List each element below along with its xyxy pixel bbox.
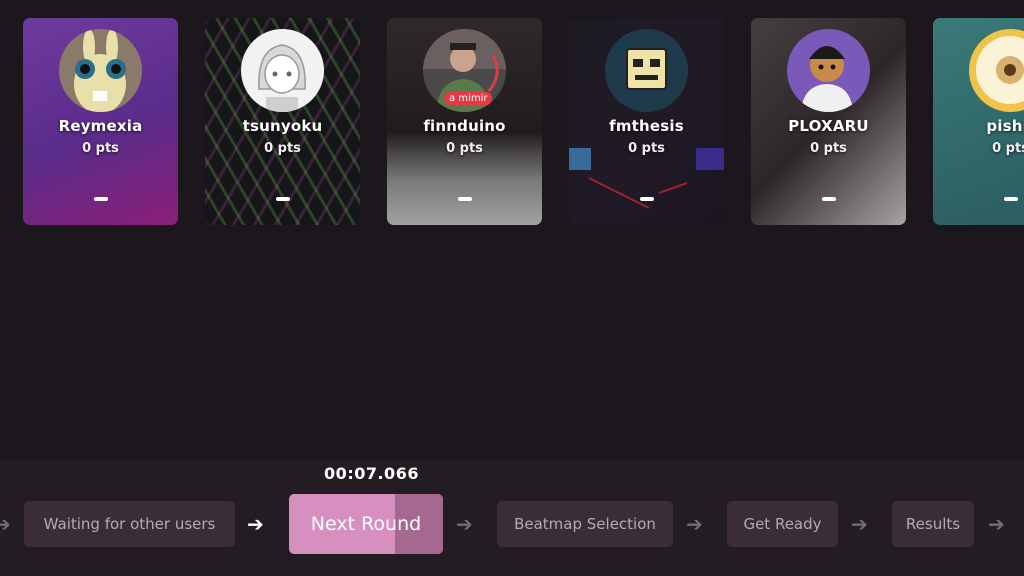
flow-arrow-icon: ➔ <box>247 512 264 536</box>
rabbid-avatar-icon <box>59 29 142 112</box>
step-waiting-for-users[interactable]: Waiting for other users <box>24 501 235 547</box>
status-dash <box>1004 197 1018 201</box>
step-label: Waiting for other users <box>43 515 216 533</box>
user-points: 0 pts <box>264 141 301 156</box>
step-label: Next Round <box>310 513 422 535</box>
user-card[interactable]: Reymexia 0 pts <box>23 18 178 225</box>
flow-arrow-icon: ➔ <box>456 512 473 536</box>
countdown-timer: 00:07.066 <box>324 464 419 483</box>
step-label: Get Ready <box>743 515 822 533</box>
flow-arrow-icon: ➔ <box>0 512 11 536</box>
user-points: 0 pts <box>446 141 483 156</box>
multiplayer-screen: Reymexia 0 pts tsunyoku 0 pts a mimir fi… <box>0 0 1024 576</box>
user-points: 0 pts <box>628 141 665 156</box>
user-points: 0 pts <box>992 141 1024 156</box>
step-results[interactable]: Results <box>892 501 974 547</box>
status-dash <box>640 197 654 201</box>
username: tsunyoku <box>242 117 323 135</box>
username: Reymexia <box>58 117 143 135</box>
user-card[interactable]: fmthesis 0 pts <box>569 18 724 225</box>
user-card[interactable]: tsunyoku 0 pts <box>205 18 360 225</box>
robot-face-avatar-icon <box>605 29 688 112</box>
step-next-round[interactable]: Next Round <box>289 494 443 554</box>
user-card[interactable]: a mimir finnduino 0 pts <box>387 18 542 225</box>
status-dash <box>458 197 472 201</box>
flow-arrow-icon: ➔ <box>686 512 703 536</box>
username: PLOXARU <box>788 117 869 135</box>
username: finnduino <box>423 117 506 135</box>
user-card[interactable]: pishif 0 pts <box>933 18 1024 225</box>
username: fmthesis <box>609 117 684 135</box>
step-label: Results <box>905 515 961 533</box>
user-card[interactable]: PLOXARU 0 pts <box>751 18 906 225</box>
flow-arrow-icon: ➔ <box>988 512 1005 536</box>
avatar-tag: a mimir <box>444 92 493 105</box>
user-points: 0 pts <box>810 141 847 156</box>
status-dash <box>822 197 836 201</box>
step-label: Beatmap Selection <box>514 515 656 533</box>
cartoon-boy-avatar-icon <box>787 29 870 112</box>
flow-arrow-icon: ➔ <box>851 512 868 536</box>
user-card-row: Reymexia 0 pts tsunyoku 0 pts a mimir fi… <box>23 18 1024 225</box>
username: pishif <box>986 117 1024 135</box>
step-beatmap-selection[interactable]: Beatmap Selection <box>497 501 673 547</box>
anime-girl-avatar-icon <box>241 29 324 112</box>
user-points: 0 pts <box>82 141 119 156</box>
step-get-ready[interactable]: Get Ready <box>727 501 838 547</box>
status-dash <box>276 197 290 201</box>
status-dash <box>94 197 108 201</box>
